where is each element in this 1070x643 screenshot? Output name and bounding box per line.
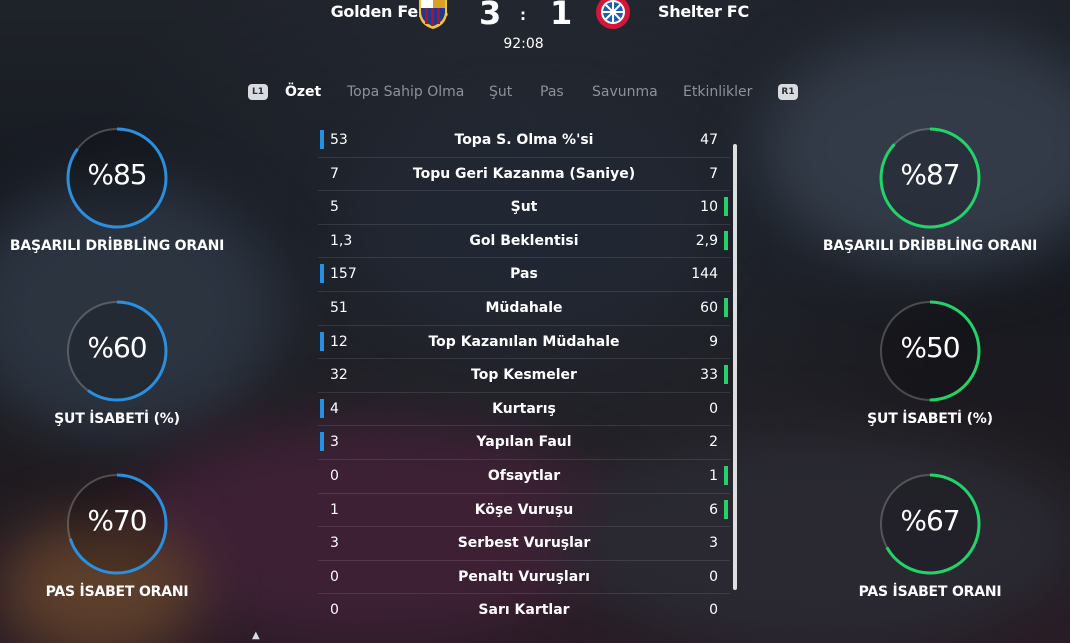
away-stat-value: 1: [709, 467, 718, 484]
away-stat-value: 33: [700, 367, 718, 384]
match-clock: 92:08: [503, 36, 544, 52]
gauge-value: %67: [900, 504, 960, 537]
away-gauge-dribbling: %87 BAŞARILI DRİBBLİNG ORANI: [820, 126, 1040, 254]
gauge-value: %70: [87, 504, 147, 537]
stat-row: 7 Topu Geri Kazanma (Saniye) 7: [318, 158, 730, 192]
tab-ozet[interactable]: Özet: [285, 84, 321, 100]
stat-label: Köşe Vuruşu: [474, 501, 574, 518]
stats-scrollbar[interactable]: [733, 144, 737, 590]
stat-label: Top Kesmeler: [471, 367, 577, 384]
stat-row: 0 Penaltı Vuruşları 0: [318, 561, 730, 595]
stat-label: Ofsaytlar: [487, 467, 561, 484]
away-stat-value: 2: [709, 434, 718, 451]
stat-row: 1 Köşe Vuruşu 6: [318, 494, 730, 528]
home-gauge-pass-accuracy: %70 PAS İSABET ORANI: [7, 472, 227, 600]
tab-savunma[interactable]: Savunma: [592, 84, 658, 100]
away-stat-value: 0: [709, 568, 718, 585]
tab-etkinlikler[interactable]: Etkinlikler: [683, 84, 752, 100]
tab-pas[interactable]: Pas: [540, 84, 564, 100]
stat-row: 53 Topa S. Olma %'si 47: [318, 124, 730, 158]
away-stat-value: 47: [700, 132, 718, 148]
gauge-label: ŞUT İSABETİ (%): [867, 411, 993, 427]
away-stat-value: 2,9: [695, 232, 718, 249]
stat-label: Pas: [510, 266, 538, 283]
tab-topa-sahip-olma[interactable]: Topa Sahip Olma: [347, 84, 464, 100]
stat-label: Top Kazanılan Müdahale: [428, 333, 620, 350]
away-gauge-shot-accuracy: %50 ŞUT İSABETİ (%): [820, 299, 1040, 427]
gauge-value: %50: [900, 331, 960, 364]
home-gauge-dribbling: %85 BAŞARILI DRİBBLİNG ORANI: [7, 126, 227, 254]
gauge-label: BAŞARILI DRİBBLİNG ORANI: [822, 238, 1038, 254]
away-stat-value: 144: [691, 266, 718, 283]
stat-row: 4 Kurtarış 0: [318, 393, 730, 427]
gauge-value: %85: [87, 158, 147, 191]
stat-label: Şut: [510, 199, 538, 216]
stat-row: 0 Sarı Kartlar 0: [318, 594, 730, 627]
stat-label: Sarı Kartlar: [478, 602, 570, 619]
away-stat-value: 60: [700, 299, 718, 316]
r1-button-icon[interactable]: R1: [778, 84, 798, 100]
tab-sut[interactable]: Şut: [489, 84, 512, 100]
away-stat-value: 9: [709, 333, 718, 350]
away-stat-value: 0: [709, 602, 718, 619]
gauge-value: %60: [87, 331, 147, 364]
stat-label: Müdahale: [485, 299, 563, 316]
match-stats-table: 53 Topa S. Olma %'si 47 7 Topu Geri Kazanma…: [318, 124, 730, 627]
fc-barcelona-crest-icon: [419, 0, 447, 29]
gauge-value: %87: [900, 158, 960, 191]
stat-row: 12 Top Kazanılan Müdahale 9: [318, 326, 730, 360]
stat-row: 157 Pas 144: [318, 258, 730, 292]
stat-label: Topu Geri Kazanma (Saniye): [412, 165, 636, 182]
gauge-label: PAS İSABET ORANI: [858, 584, 1002, 600]
stat-row: 0 Ofsaytlar 1: [318, 460, 730, 494]
stat-label: Serbest Vuruşlar: [457, 535, 591, 552]
stat-row: 1,3 Gol Beklentisi 2,9: [318, 225, 730, 259]
away-stat-value: 3: [709, 535, 718, 552]
stat-row: 3 Yapılan Faul 2: [318, 426, 730, 460]
scoreboard: Golden Fellas 3 : 1 Shelter FC 92:08: [0, 0, 1070, 60]
stat-label: Penaltı Vuruşları: [458, 568, 590, 585]
caret-up-icon[interactable]: ▲: [252, 630, 260, 641]
l1-button-icon[interactable]: L1: [248, 84, 268, 100]
away-score: 1: [550, 0, 573, 32]
away-stat-value: 0: [709, 400, 718, 417]
gauge-label: ŞUT İSABETİ (%): [54, 411, 180, 427]
stat-label: Gol Beklentisi: [469, 232, 579, 249]
away-stat-value: 10: [700, 199, 718, 216]
stat-label: Yapılan Faul: [476, 434, 572, 451]
away-stat-value: 7: [709, 165, 718, 182]
away-stat-value: 6: [709, 501, 718, 518]
gauge-label: BAŞARILI DRİBBLİNG ORANI: [9, 238, 225, 254]
away-team-name: Shelter FC: [658, 2, 749, 21]
stat-row: 32 Top Kesmeler 33: [318, 359, 730, 393]
stat-row: 3 Serbest Vuruşlar 3: [318, 527, 730, 561]
bayern-munich-crest-icon: [596, 0, 630, 29]
home-gauge-shot-accuracy: %60 ŞUT İSABETİ (%): [7, 299, 227, 427]
score-separator: :: [520, 6, 526, 24]
stat-row: 5 Şut 10: [318, 191, 730, 225]
away-gauge-pass-accuracy: %67 PAS İSABET ORANI: [820, 472, 1040, 600]
stat-label: Kurtarış: [492, 400, 556, 417]
stat-row: 51 Müdahale 60: [318, 292, 730, 326]
stat-label: Topa S. Olma %'si: [454, 132, 594, 148]
home-score: 3: [479, 0, 502, 32]
gauge-label: PAS İSABET ORANI: [45, 584, 189, 600]
